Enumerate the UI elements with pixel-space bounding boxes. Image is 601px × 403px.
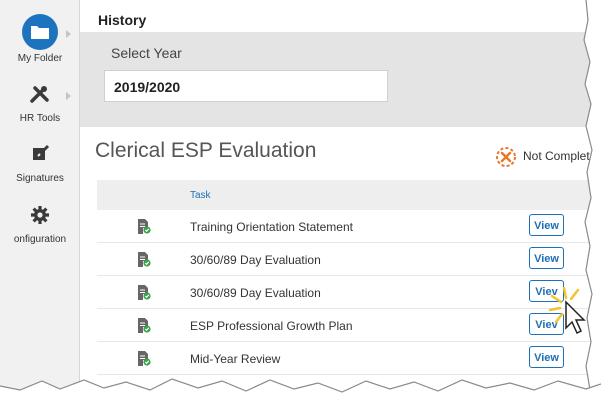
year-select[interactable]: 2019/2020: [104, 70, 388, 102]
main-content: History Select Year 2019/2020 Clerical E…: [80, 0, 601, 403]
table-row: 30/60/89 Day Evaluation View: [97, 243, 601, 276]
task-table: Task Training Orientation Statement View…: [97, 180, 601, 375]
folder-icon: [22, 14, 58, 50]
task-name: 30/60/89 Day Evaluation: [190, 253, 321, 267]
status-text: Not Complete: [523, 149, 597, 163]
evaluation-title: Clerical ESP Evaluation: [95, 139, 317, 162]
completed-document-icon: [138, 351, 151, 366]
task-name: 30/60/89 Day Evaluation: [190, 286, 321, 300]
table-row: ESP Professional Growth Plan Viev: [97, 309, 601, 342]
view-button[interactable]: View: [529, 214, 564, 236]
task-name: ESP Professional Growth Plan: [190, 319, 353, 333]
table-row: Mid-Year Review View: [97, 342, 601, 375]
task-name: Training Orientation Statement: [190, 220, 353, 234]
mouse-cursor-icon: [548, 286, 586, 335]
pen-icon: [33, 144, 50, 160]
nav-label: My Folder: [17, 53, 63, 64]
nav-label: onfiguration: [13, 234, 67, 245]
nav-item-hr-tools[interactable]: HR Tools: [0, 84, 80, 124]
nav-label: HR Tools: [19, 113, 61, 124]
nav-item-my-folder[interactable]: My Folder: [0, 14, 80, 64]
year-panel: Select Year 2019/2020: [80, 32, 601, 127]
gear-icon: [31, 206, 49, 224]
table-header: Task: [97, 180, 601, 210]
year-value: 2019/2020: [114, 79, 181, 95]
left-nav-rail: My Folder HR Tools Signatures onfigurati…: [0, 0, 80, 403]
page-title: History: [98, 12, 147, 28]
expand-arrow-icon[interactable]: [66, 30, 71, 38]
year-label: Select Year: [111, 45, 182, 61]
not-complete-icon: [496, 147, 516, 167]
task-column-header[interactable]: Task: [190, 190, 211, 201]
view-button[interactable]: View: [529, 247, 564, 269]
completed-document-icon: [138, 252, 151, 267]
tools-icon: [30, 86, 49, 103]
expand-arrow-icon[interactable]: [66, 92, 71, 100]
nav-item-configuration[interactable]: onfiguration: [0, 205, 80, 245]
task-name: Mid-Year Review: [190, 352, 281, 366]
table-row: Training Orientation Statement View: [97, 210, 601, 243]
view-button[interactable]: View: [529, 346, 564, 368]
completed-document-icon: [138, 219, 151, 234]
completed-document-icon: [138, 285, 151, 300]
table-row: 30/60/89 Day Evaluation Viev: [97, 276, 601, 309]
nav-item-signatures[interactable]: Signatures: [0, 143, 80, 184]
nav-label: Signatures: [16, 173, 64, 184]
completed-document-icon: [138, 318, 151, 333]
